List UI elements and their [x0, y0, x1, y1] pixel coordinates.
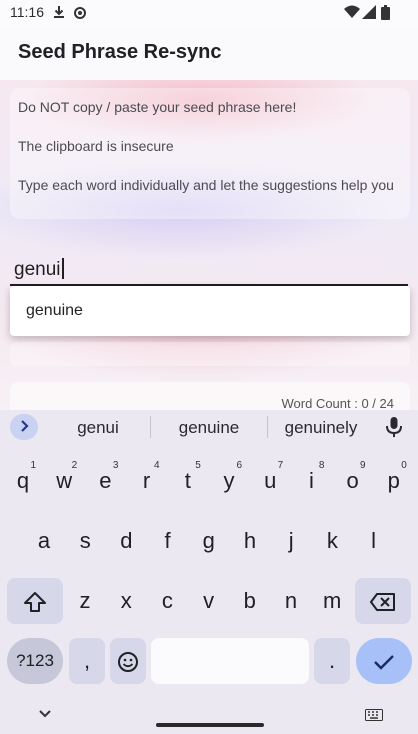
- key-z[interactable]: z: [66, 578, 104, 624]
- key-label: r: [142, 468, 151, 493]
- symbols-key[interactable]: ?123: [7, 638, 63, 684]
- check-icon: [374, 655, 394, 670]
- wifi-icon: [344, 5, 360, 18]
- key-l[interactable]: l: [355, 518, 393, 564]
- battery-icon: [381, 5, 390, 20]
- comma-key[interactable]: ,: [69, 638, 105, 684]
- key-b[interactable]: b: [231, 578, 269, 624]
- key-s[interactable]: s: [66, 518, 104, 564]
- keyboard-suggestion[interactable]: genui: [62, 418, 134, 438]
- key-x[interactable]: x: [107, 578, 145, 624]
- key-v[interactable]: v: [190, 578, 228, 624]
- key-n[interactable]: n: [272, 578, 310, 624]
- key-y[interactable]: y6: [210, 458, 248, 504]
- key-k[interactable]: k: [313, 518, 351, 564]
- input-value: genui: [14, 259, 61, 280]
- key-f[interactable]: f: [149, 518, 187, 564]
- key-e[interactable]: e3: [86, 458, 124, 504]
- period-key[interactable]: .: [314, 638, 350, 684]
- key-i[interactable]: i8: [292, 458, 330, 504]
- chevron-down-icon[interactable]: [38, 709, 52, 719]
- app-bar: Seed Phrase Re-sync: [0, 26, 418, 80]
- key-c[interactable]: c: [148, 578, 186, 624]
- key-label: q: [16, 468, 30, 493]
- key-hint: 4: [154, 460, 160, 471]
- key-label: o: [346, 468, 359, 493]
- autocomplete-option[interactable]: genuine: [26, 302, 83, 320]
- key-a[interactable]: a: [25, 518, 63, 564]
- key-hint: 2: [71, 460, 78, 471]
- signal-icon: [362, 5, 376, 19]
- key-hint: 3: [112, 460, 119, 471]
- key-o[interactable]: o9: [334, 458, 372, 504]
- space-key[interactable]: [151, 638, 309, 684]
- navigation-bar: [0, 700, 418, 734]
- emoji-icon: [118, 652, 138, 672]
- shift-key[interactable]: [7, 578, 63, 624]
- warning-card: Do NOT copy / paste your seed phrase her…: [10, 88, 410, 219]
- download-icon: [54, 6, 64, 18]
- key-w[interactable]: w2: [45, 458, 83, 504]
- keyboard-suggestion[interactable]: genuinely: [276, 418, 366, 438]
- key-m[interactable]: m: [313, 578, 351, 624]
- word-list-area: [10, 342, 410, 366]
- key-hint: 1: [30, 460, 36, 471]
- home-indicator[interactable]: [156, 723, 264, 727]
- chevron-right-icon[interactable]: [10, 414, 38, 440]
- key-hint: 9: [360, 460, 366, 471]
- key-u[interactable]: u7: [251, 458, 289, 504]
- suggestion-divider: [150, 416, 151, 438]
- key-label: i: [308, 468, 314, 493]
- page-title: Seed Phrase Re-sync: [18, 41, 222, 63]
- key-hint: 8: [318, 460, 325, 471]
- key-q[interactable]: q1: [4, 458, 42, 504]
- key-h[interactable]: h: [231, 518, 269, 564]
- enter-key[interactable]: [356, 638, 412, 684]
- warning-text: Type each word individually and let the …: [18, 177, 394, 193]
- key-hint: 5: [195, 460, 201, 471]
- warning-text: Do NOT copy / paste your seed phrase her…: [18, 99, 297, 115]
- mic-icon[interactable]: [382, 415, 406, 439]
- key-hint: 7: [277, 460, 284, 471]
- key-label: p: [387, 468, 400, 493]
- backspace-key[interactable]: [355, 578, 411, 624]
- seed-word-input[interactable]: genui: [10, 252, 408, 286]
- main-content: Do NOT copy / paste your seed phrase her…: [0, 80, 418, 410]
- key-g[interactable]: g: [190, 518, 228, 564]
- keyboard: genui genuine genuinely q1w2e3r4t5y6u7i8…: [0, 410, 418, 734]
- key-hint: 0: [401, 460, 407, 471]
- status-time: 11:16: [10, 4, 44, 20]
- warning-text: The clipboard is insecure: [18, 138, 174, 154]
- key-label: t: [184, 468, 191, 493]
- shift-icon: [24, 592, 46, 612]
- key-j[interactable]: j: [272, 518, 310, 564]
- key-d[interactable]: d: [107, 518, 145, 564]
- word-count-box: Word Count : 0 / 24: [10, 382, 410, 410]
- settings-icon: [74, 7, 86, 19]
- text-cursor: [61, 258, 64, 279]
- autocomplete-dropdown[interactable]: genuine: [10, 286, 410, 336]
- key-t[interactable]: t5: [169, 458, 207, 504]
- keyboard-suggestion[interactable]: genuine: [166, 418, 252, 438]
- word-count: Word Count : 0 / 24: [281, 396, 395, 410]
- key-label: y: [223, 468, 235, 493]
- status-bar: 11:16: [0, 0, 418, 26]
- key-hint: 6: [236, 460, 242, 471]
- backspace-icon: [370, 593, 395, 611]
- key-label: u: [264, 468, 277, 493]
- key-r[interactable]: r4: [128, 458, 166, 504]
- emoji-key[interactable]: [110, 638, 146, 684]
- key-label: w: [56, 468, 73, 493]
- key-label: e: [99, 468, 112, 493]
- keyboard-icon[interactable]: [365, 709, 383, 721]
- suggestion-divider: [267, 416, 268, 438]
- key-p[interactable]: p0: [375, 458, 413, 504]
- keyboard-suggestion-strip: genui genuine genuinely: [0, 410, 418, 444]
